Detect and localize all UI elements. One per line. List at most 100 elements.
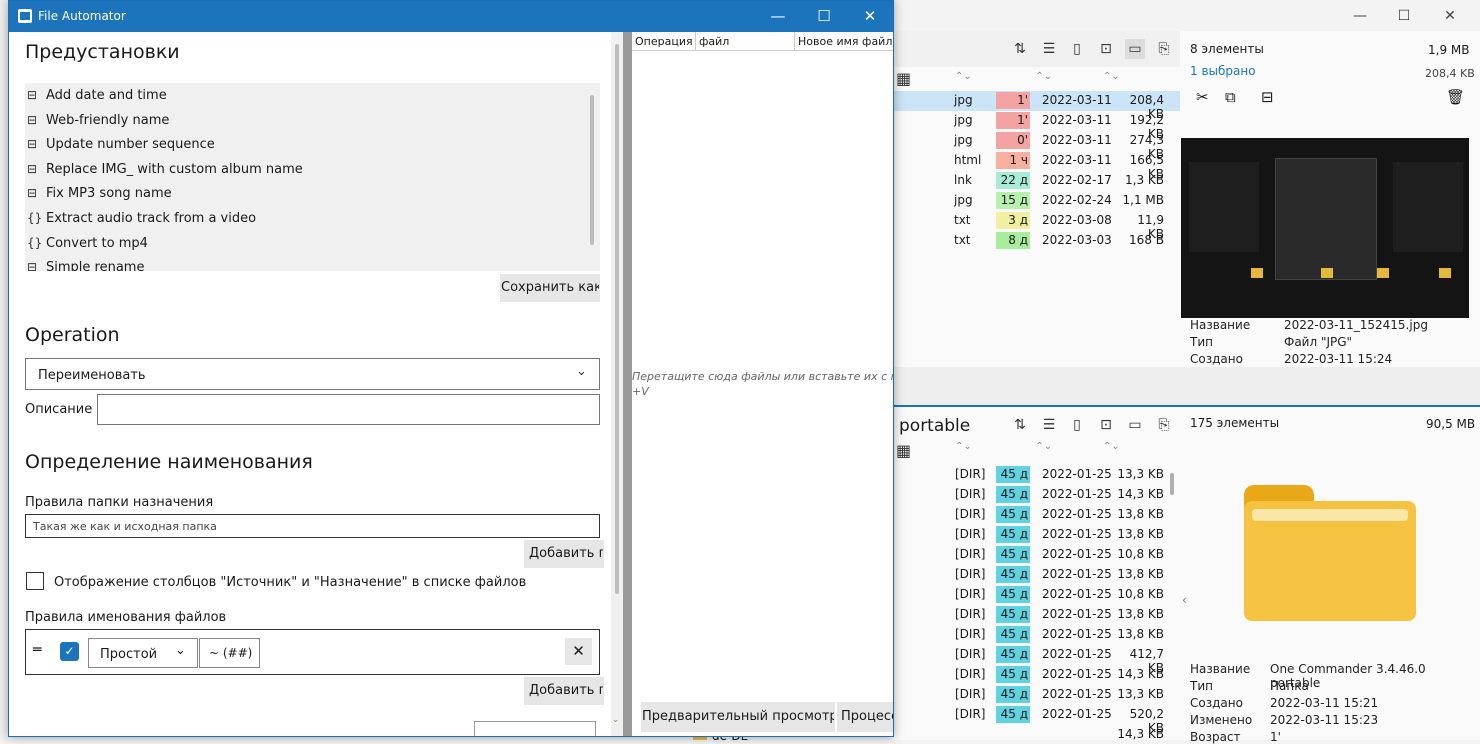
grid-view-icon[interactable]: ▦ <box>896 441 911 460</box>
file-size: 13,8 KB <box>1117 607 1164 621</box>
folder-row[interactable]: [DIR] 45 д 2022-01-25 13,8 KB <box>892 525 1180 545</box>
file-automator-dialog: File Automator — ☐ ✕ Предустановки ⊟ Add … <box>8 0 894 737</box>
preview-button[interactable]: Предварительный просмотр <box>641 702 835 732</box>
rule-mode-select[interactable]: Простой ⌄ <box>88 638 198 668</box>
sort-icon[interactable]: ⇅ <box>1010 39 1030 59</box>
file-row[interactable]: jpg 0' 2022-03-11 274,3 KB <box>892 131 1180 161</box>
preset-item[interactable]: ⊟ Update number sequence <box>25 135 585 157</box>
preview-icon[interactable]: ▭ <box>1125 415 1145 435</box>
file-size: 13,3 KB <box>1117 687 1164 701</box>
show-columns-label: Отображение столбцов "Источник" и "Назна… <box>54 575 527 590</box>
file-size: 168 B <box>1129 233 1164 247</box>
folder-row[interactable]: [DIR] 45 д 2022-01-25 14,3 KB <box>892 485 1180 505</box>
column-new-name[interactable]: Новое имя файла <box>795 32 893 51</box>
column-file[interactable]: файл <box>696 32 795 51</box>
file-ext: jpg <box>954 113 973 127</box>
minimize-icon[interactable]: — <box>763 5 793 27</box>
file-ext: [DIR] <box>955 527 986 541</box>
folder-row[interactable]: [DIR] 45 д 2022-01-25 412,7 KB <box>892 645 1180 675</box>
preset-item[interactable]: {} Convert to mp4 <box>25 234 585 256</box>
script-icon: {} <box>27 235 43 250</box>
folder-row[interactable]: 14,3 KB <box>892 725 1180 740</box>
folder-row[interactable]: [DIR] 45 д 2022-01-25 13,8 KB <box>892 505 1180 525</box>
file-row[interactable]: jpg 1' 2022-03-11 192,2 KB <box>892 111 1180 141</box>
file-icon[interactable]: ▯ <box>1067 39 1087 59</box>
pane-divider <box>892 367 1480 407</box>
rule-enabled-checkbox[interactable]: ✓ <box>60 642 79 661</box>
folder-row[interactable]: [DIR] 45 д 2022-01-25 13,8 KB <box>892 625 1180 645</box>
folder-row[interactable]: [DIR] 45 д 2022-01-25 14,3 KB <box>892 665 1180 685</box>
preset-item[interactable]: {} Extract audio track from a video <box>25 209 585 231</box>
splitter[interactable] <box>623 32 632 736</box>
file-age: 1' <box>996 92 1030 109</box>
dest-rules-input[interactable]: Такая же как и исходная папка <box>25 514 600 538</box>
clipboard-icon[interactable]: ⎘ <box>1154 415 1174 435</box>
file-row[interactable]: txt 3 д 2022-03-08 11,9 KB <box>892 211 1180 241</box>
file-list-pane: Операция файл Новое имя файла Перетащите… <box>632 32 893 736</box>
preset-item[interactable]: ⊟ Simple rename <box>25 258 585 271</box>
preset-item[interactable]: ⊟ Add date and time <box>25 86 585 108</box>
sort-arrows[interactable]: ⌃⌄ ⌃⌄ ⌃⌄ <box>955 441 1120 452</box>
remove-rule-icon[interactable]: ✕ <box>565 638 592 665</box>
add-file-rule-button[interactable]: Добавить п <box>524 677 604 705</box>
folder-row[interactable]: [DIR] 45 д 2022-01-25 10,8 KB <box>892 585 1180 605</box>
file-icon[interactable]: ▯ <box>1067 415 1087 435</box>
folder-row[interactable]: [DIR] 45 д 2022-01-25 520,2 KB <box>892 705 1180 735</box>
column-operation[interactable]: Операция <box>632 32 696 51</box>
file-date: 2022-01-25 <box>1042 567 1112 581</box>
close-icon[interactable]: ✕ <box>855 5 885 27</box>
description-input[interactable] <box>97 394 600 425</box>
preset-label: Replace IMG_ with custom album name <box>46 161 303 177</box>
sort-icon[interactable]: ⇅ <box>1010 415 1030 435</box>
folder-row[interactable]: [DIR] 45 д 2022-01-25 13,8 KB <box>892 605 1180 625</box>
minimize-icon[interactable]: — <box>1350 6 1370 26</box>
operation-select[interactable]: Переименовать ⌄ <box>25 358 600 390</box>
save-as-button[interactable]: Сохранить как <box>500 274 600 302</box>
file-row[interactable]: html1 ч 38'2022-03-11166,5 KB <box>892 151 1180 184</box>
presets-scrollbar[interactable] <box>590 95 594 245</box>
grid-view-icon[interactable]: ▦ <box>896 69 911 88</box>
close-icon[interactable]: ✕ <box>1440 6 1460 26</box>
script-icon: {} <box>27 211 43 225</box>
file-ext: [DIR] <box>955 687 986 701</box>
info-value: 2022-03-11 15:23 <box>1270 713 1379 727</box>
rename-icon[interactable]: ⊟ <box>1261 88 1274 106</box>
list-view-icon[interactable]: ☰ <box>1039 39 1059 59</box>
expand-chevron-icon[interactable]: ‹ <box>1182 593 1187 607</box>
folder-row[interactable]: [DIR] 45 д 2022-01-25 10,8 KB <box>892 545 1180 565</box>
preset-item[interactable]: ⊟ Fix MP3 song name <box>25 184 585 206</box>
sort-arrows[interactable]: ⌃⌄ ⌃⌄ ⌃⌄ <box>955 71 1120 82</box>
drag-handle-icon[interactable]: ═ <box>33 642 41 658</box>
file-date: 2022-01-25 <box>1042 667 1112 681</box>
file-row[interactable]: txt 8 д 2022-03-03 168 B <box>892 231 1180 251</box>
preset-item[interactable]: ⊟ Web-friendly name <box>25 111 585 133</box>
rule-pattern-input[interactable]: ~ (##) <box>199 638 260 668</box>
preset-item[interactable]: ⊟ Replace IMG_ with custom album name <box>25 160 585 182</box>
delete-icon[interactable]: 🗑 <box>1446 88 1465 106</box>
list-view-icon[interactable]: ☰ <box>1039 415 1059 435</box>
maximize-icon[interactable]: ☐ <box>809 5 839 27</box>
folder-row[interactable]: [DIR] 45 д 2022-01-25 13,8 KB <box>892 565 1180 585</box>
clipboard-icon[interactable]: ⎘ <box>1154 39 1174 59</box>
settings-scrollbar[interactable]: ⌄ <box>611 32 623 736</box>
maximize-icon[interactable]: ☐ <box>1394 6 1414 26</box>
add-dest-rule-button[interactable]: Добавить п <box>524 540 604 568</box>
folder-row[interactable]: [DIR] 45 д 2022-01-25 13,3 KB <box>892 465 1180 485</box>
new-file-icon[interactable]: ⊡ <box>1096 39 1116 59</box>
show-columns-checkbox[interactable] <box>26 572 44 590</box>
file-row[interactable]: lnk 22 д 2022-02-17 1,3 KB <box>892 171 1180 191</box>
process-button[interactable]: Процесс <box>837 702 893 732</box>
file-row[interactable]: jpg 1' 2022-03-11 208,4 KB <box>892 91 1180 121</box>
info-value: 2022-03-11_152415.jpg <box>1284 318 1428 332</box>
partial-button[interactable] <box>474 721 596 736</box>
file-row[interactable]: jpg 15 д 2022-02-24 1,1 MB <box>892 191 1180 211</box>
preview-icon[interactable]: ▭ <box>1125 39 1145 59</box>
info-key: Название <box>1190 318 1251 332</box>
copy-icon[interactable]: ⧉ <box>1225 88 1236 106</box>
list-scrollbar[interactable] <box>1170 473 1174 495</box>
folder-row[interactable]: [DIR] 45 д 2022-01-25 13,3 KB <box>892 685 1180 705</box>
new-file-icon[interactable]: ⊡ <box>1096 415 1116 435</box>
cut-icon[interactable]: ✂ <box>1196 88 1209 106</box>
file-date: 2022-01-25 <box>1042 607 1112 621</box>
file-size: 14,3 KB <box>1117 727 1164 740</box>
